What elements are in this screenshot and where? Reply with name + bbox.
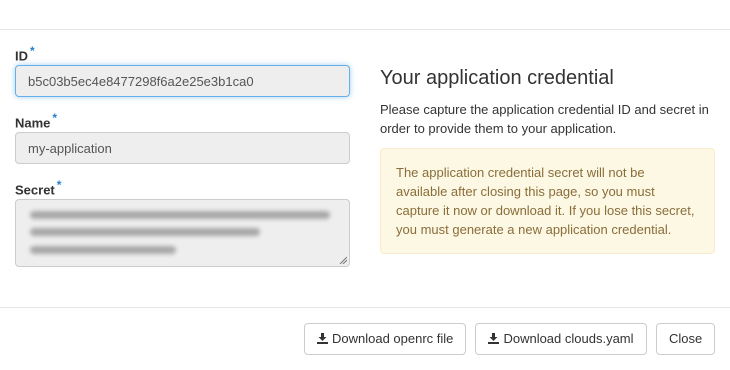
download-openrc-label: Download openrc file: [332, 331, 454, 346]
credential-info: Your application credential Please captu…: [380, 66, 715, 254]
download-clouds-yaml-label: Download clouds.yaml: [503, 331, 634, 346]
redacted-secret-line: [30, 246, 176, 254]
credential-form: ID* Name* Secret*: [15, 42, 350, 274]
id-input[interactable]: [15, 65, 350, 97]
id-label-text: ID: [15, 48, 28, 64]
secret-required-mark: *: [56, 178, 62, 192]
download-openrc-button[interactable]: Download openrc file: [304, 323, 466, 355]
name-required-mark: *: [52, 111, 58, 125]
secret-label: Secret *: [15, 176, 350, 198]
modal-header: [0, 0, 730, 30]
modal-body: ID* Name* Secret*: [0, 30, 730, 308]
name-label: Name *: [15, 109, 350, 131]
redacted-secret-line: [30, 228, 260, 236]
application-credential-modal: ID* Name* Secret*: [0, 0, 730, 370]
download-icon: [317, 333, 328, 344]
name-field-group: Name *: [15, 109, 350, 164]
download-clouds-yaml-button[interactable]: Download clouds.yaml: [475, 323, 647, 355]
modal-footer: Download openrc file Download clouds.yam…: [0, 307, 730, 370]
close-button[interactable]: Close: [656, 323, 715, 355]
info-description: Please capture the application credentia…: [380, 102, 709, 136]
secret-label-text: Secret: [15, 182, 55, 198]
secret-field-group: Secret *: [15, 176, 350, 267]
warning-alert: The application credential secret will n…: [380, 148, 715, 254]
id-field-group: ID *: [15, 42, 350, 97]
secret-textarea[interactable]: [15, 199, 350, 267]
redacted-secret-line: [30, 211, 330, 219]
resize-grip-icon[interactable]: [339, 256, 347, 264]
download-icon: [488, 333, 500, 344]
info-heading: Your application credential: [380, 67, 614, 89]
id-required-mark: *: [30, 44, 35, 58]
name-label-text: Name: [15, 115, 51, 131]
name-input[interactable]: [15, 132, 350, 164]
id-label: ID *: [15, 42, 350, 64]
